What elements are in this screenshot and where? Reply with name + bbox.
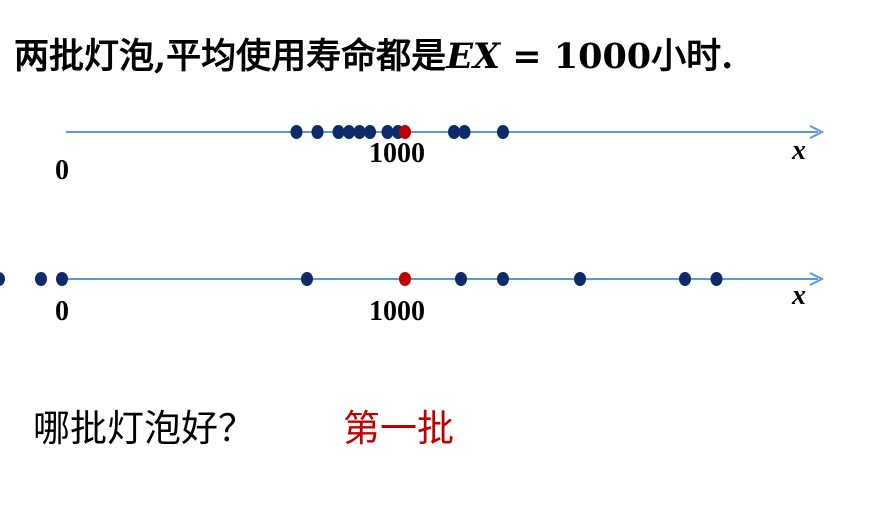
data-point <box>458 125 471 139</box>
answer-text: 第一批 <box>343 407 454 450</box>
data-point <box>343 125 355 139</box>
data-point <box>381 125 394 139</box>
data-point <box>311 125 324 139</box>
data-point <box>679 272 691 286</box>
mean-point <box>399 125 411 139</box>
data-point <box>35 272 47 286</box>
data-point <box>364 125 376 139</box>
data-point <box>710 272 723 286</box>
origin-label-batch-1: 0 <box>55 155 69 186</box>
data-point <box>332 125 345 139</box>
number-line-batch-1 <box>66 125 825 139</box>
mean-point <box>399 272 411 286</box>
origin-label-batch-2: 0 <box>55 296 69 327</box>
data-point <box>574 272 586 286</box>
mean-label-batch-1: 1000 <box>369 138 425 169</box>
variable-label-batch-1: x <box>792 135 806 166</box>
data-point <box>290 125 303 139</box>
data-point <box>497 125 509 139</box>
data-point <box>353 125 366 139</box>
data-point <box>448 125 460 139</box>
data-point <box>56 272 68 286</box>
question-text: 哪批灯泡好？ <box>33 407 255 450</box>
data-point <box>301 272 313 286</box>
number-line-batch-2 <box>0 272 825 286</box>
data-point <box>455 272 467 286</box>
variable-label-batch-2: x <box>792 280 806 311</box>
data-point <box>497 272 509 286</box>
data-point <box>0 272 5 286</box>
mean-label-batch-2: 1000 <box>369 296 425 327</box>
